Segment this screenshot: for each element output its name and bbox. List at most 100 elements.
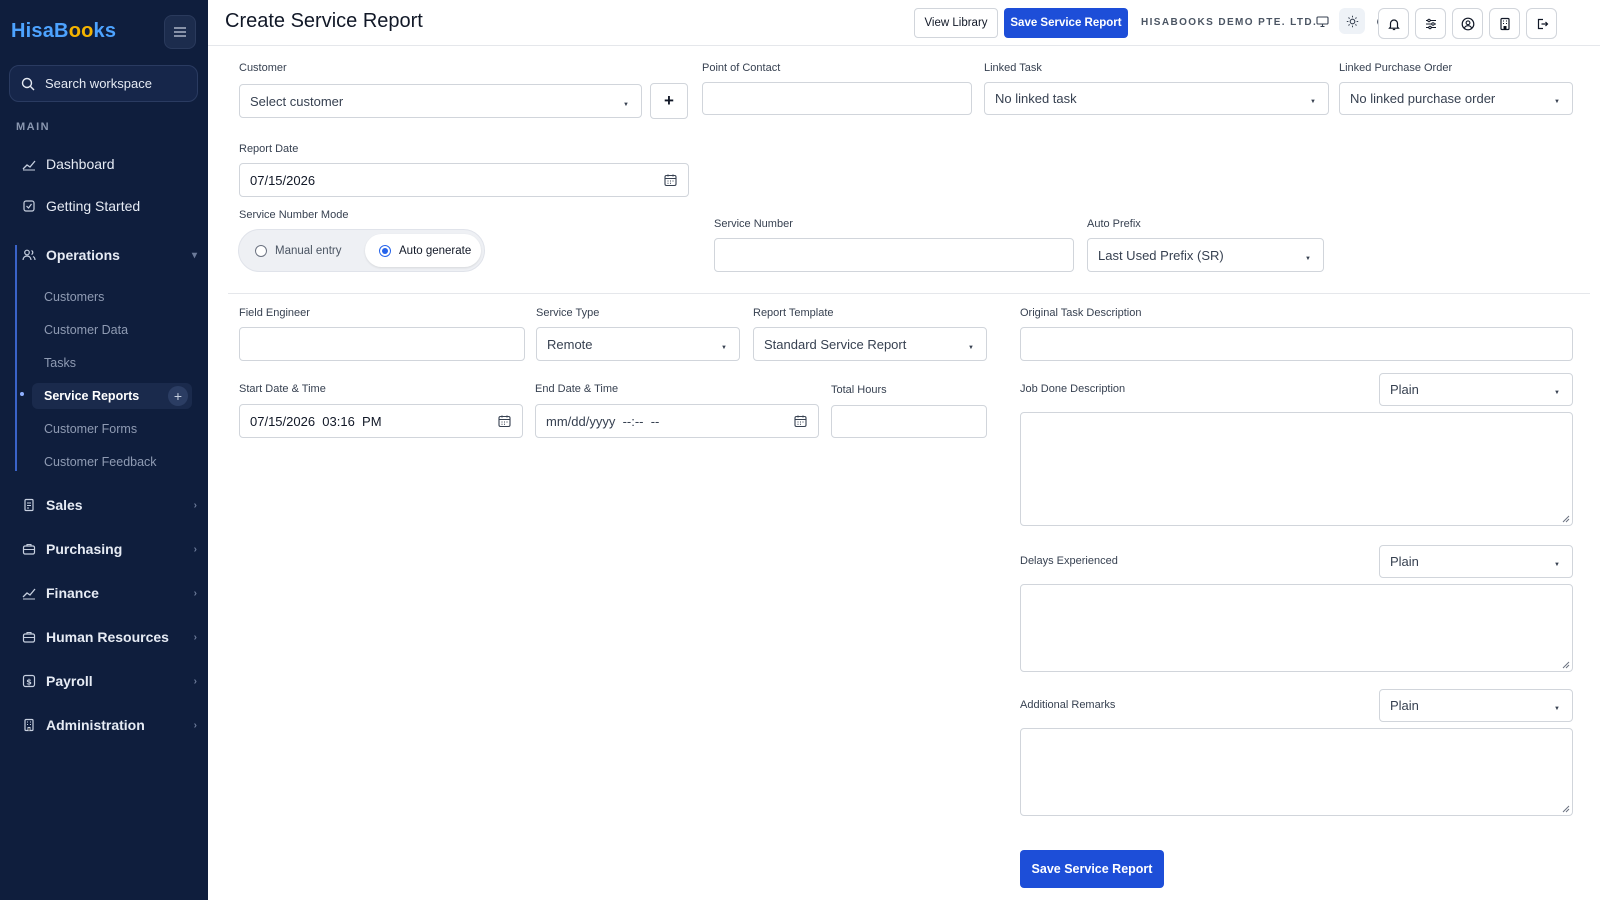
end-datetime-input[interactable]: mm/dd/yyyy --:-- -- — [535, 404, 819, 438]
add-customer-button[interactable]: + — [650, 83, 688, 119]
trend-icon — [22, 588, 36, 600]
account-button[interactable] — [1452, 8, 1483, 39]
nav-getting-started[interactable]: Getting Started — [22, 198, 197, 214]
save-service-report-header-button[interactable]: Save Service Report — [1004, 8, 1128, 38]
field-engineer-input[interactable] — [239, 327, 525, 361]
end-datetime-label: End Date & Time — [535, 383, 619, 395]
app-logo[interactable]: HisaBooks — [11, 20, 116, 43]
customer-select[interactable]: Select customer ▼ — [239, 84, 642, 118]
service-number-input[interactable] — [714, 238, 1074, 272]
service-number-mode-label: Service Number Mode — [239, 209, 349, 221]
nav-purchasing-label: Purchasing — [46, 541, 123, 557]
nav-dashboard[interactable]: Dashboard — [22, 156, 197, 172]
collapse-sidebar-button[interactable] — [164, 15, 196, 49]
remarks-label: Additional Remarks — [1020, 699, 1116, 711]
job-done-format-select[interactable]: Plain ▼ — [1379, 373, 1573, 406]
nav-administration[interactable]: Administration › — [22, 717, 197, 733]
linked-po-select[interactable]: No linked purchase order ▼ — [1339, 82, 1573, 115]
menu-icon — [174, 27, 186, 37]
sidebar-item-service-reports[interactable]: Service Reports + — [32, 383, 192, 409]
resize-grip-icon[interactable] — [1562, 661, 1570, 669]
chevron-down-icon: ▼ — [721, 345, 727, 351]
delays-textarea[interactable] — [1020, 584, 1573, 672]
auto-generate-option[interactable]: Auto generate — [365, 234, 481, 267]
service-type-value: Remote — [547, 336, 593, 352]
total-hours-label: Total Hours — [831, 384, 887, 396]
linked-task-select[interactable]: No linked task ▼ — [984, 82, 1329, 115]
sun-icon — [1346, 15, 1358, 27]
sidebar-item-tasks[interactable]: Tasks — [44, 356, 76, 370]
sidebar-item-customers[interactable]: Customers — [44, 290, 104, 304]
save-service-report-button[interactable]: Save Service Report — [1020, 850, 1164, 888]
calendar-icon[interactable] — [794, 415, 807, 428]
company-name: HISABOOKS DEMO PTE. LTD. — [1141, 17, 1318, 28]
service-type-select[interactable]: Remote ▼ — [536, 327, 740, 361]
service-number-label: Service Number — [714, 218, 793, 230]
delays-format-select[interactable]: Plain ▼ — [1379, 545, 1573, 578]
start-datetime-input[interactable]: 07/15/2026 03:16 PM — [239, 404, 523, 438]
sliders-icon — [1425, 18, 1436, 29]
service-type-label: Service Type — [536, 307, 600, 319]
remarks-textarea[interactable] — [1020, 728, 1573, 816]
sidebar-item-customer-feedback[interactable]: Customer Feedback — [44, 455, 157, 469]
resize-grip-icon[interactable] — [1562, 515, 1570, 523]
chevron-down-icon: ▾ — [191, 249, 197, 261]
search-icon — [21, 77, 35, 90]
linked-task-label: Linked Task — [984, 62, 1042, 74]
search-workspace-button[interactable]: Search workspace — [9, 65, 198, 102]
sidebar-item-customer-data[interactable]: Customer Data — [44, 323, 128, 337]
delays-format-value: Plain — [1390, 554, 1419, 569]
remarks-format-select[interactable]: Plain ▼ — [1379, 689, 1573, 722]
total-hours-input[interactable] — [831, 405, 987, 438]
nav-dashboard-label: Dashboard — [46, 156, 115, 172]
search-label: Search workspace — [45, 76, 152, 91]
logout-button[interactable] — [1526, 8, 1557, 39]
nav-administration-label: Administration — [46, 717, 145, 733]
point-of-contact-label: Point of Contact — [702, 62, 781, 74]
nav-finance[interactable]: Finance › — [22, 585, 197, 601]
nav-sales[interactable]: Sales › — [22, 497, 197, 513]
original-task-label: Original Task Description — [1020, 307, 1142, 319]
chevron-down-icon: ▼ — [1305, 256, 1311, 262]
job-done-format-value: Plain — [1390, 382, 1419, 397]
briefcase-icon — [22, 543, 36, 555]
chevron-down-icon: ▼ — [1310, 99, 1316, 105]
section-label-main: MAIN — [16, 121, 51, 133]
job-done-textarea[interactable] — [1020, 412, 1573, 526]
nav-operations[interactable]: Operations ▾ — [22, 247, 197, 263]
resize-grip-icon[interactable] — [1562, 805, 1570, 813]
linked-task-value: No linked task — [995, 91, 1077, 106]
auto-prefix-label: Auto Prefix — [1087, 218, 1141, 230]
preferences-button[interactable] — [1415, 8, 1446, 39]
add-service-report-button[interactable]: + — [168, 386, 188, 406]
linked-po-value: No linked purchase order — [1350, 91, 1496, 106]
nav-finance-label: Finance — [46, 585, 99, 601]
notifications-button[interactable] — [1378, 8, 1409, 39]
light-theme-button[interactable] — [1339, 8, 1365, 34]
manual-entry-option[interactable]: Manual entry — [241, 234, 341, 267]
sidebar-item-customer-forms[interactable]: Customer Forms — [44, 422, 137, 436]
view-library-button[interactable]: View Library — [914, 8, 998, 38]
nav-human-resources[interactable]: Human Resources › — [22, 629, 197, 645]
company-switch-button[interactable] — [1489, 8, 1520, 39]
report-date-input[interactable]: 07/15/2026 — [239, 163, 689, 197]
chevron-right-icon: › — [193, 499, 197, 511]
bell-icon — [1387, 18, 1400, 30]
nav-payroll[interactable]: $ Payroll › — [22, 673, 197, 689]
customer-label: Customer — [239, 62, 287, 74]
monitor-icon — [1315, 15, 1329, 27]
report-template-label: Report Template — [753, 307, 834, 319]
receipt-icon — [24, 498, 34, 512]
point-of-contact-input[interactable] — [702, 82, 972, 115]
original-task-input[interactable] — [1020, 327, 1573, 361]
calendar-icon[interactable] — [664, 174, 677, 187]
report-template-select[interactable]: Standard Service Report ▼ — [753, 327, 987, 361]
radio-checked-icon — [379, 244, 391, 257]
nav-sales-label: Sales — [46, 497, 83, 513]
nav-purchasing[interactable]: Purchasing › — [22, 541, 197, 557]
building-icon — [1499, 17, 1510, 30]
calendar-icon[interactable] — [498, 415, 511, 428]
delays-label: Delays Experienced — [1020, 555, 1118, 567]
auto-prefix-select[interactable]: Last Used Prefix (SR) ▼ — [1087, 238, 1324, 272]
system-theme-button[interactable] — [1309, 8, 1335, 34]
